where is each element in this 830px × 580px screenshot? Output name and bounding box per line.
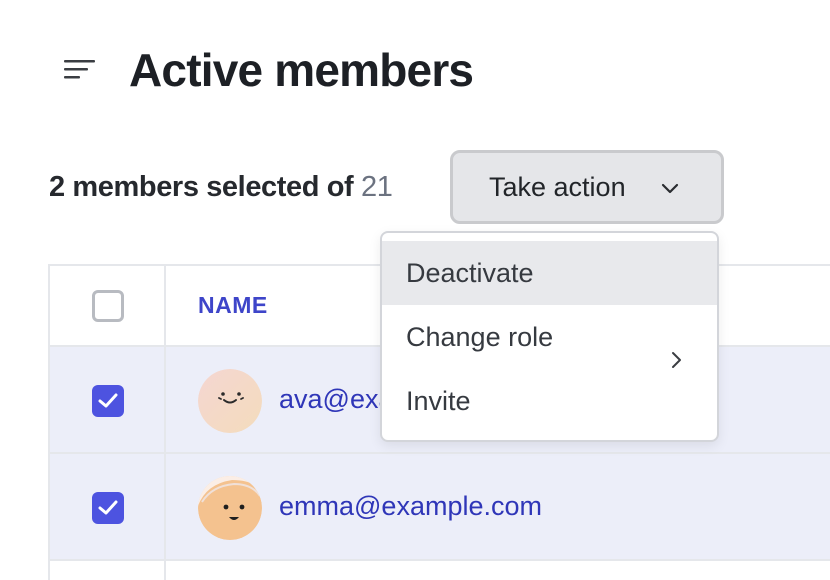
selection-summary: 2 members selected of 21 [49, 170, 393, 204]
menu-item-label: Invite [406, 386, 471, 416]
members-page: Active members 2 members selected of 21 … [0, 0, 830, 580]
take-action-label: Take action [489, 171, 626, 202]
menu-item-invite[interactable]: Invite [382, 369, 717, 433]
chevron-down-icon [661, 182, 679, 194]
page-title: Active members [129, 44, 474, 96]
take-action-button[interactable]: Take action [450, 150, 724, 224]
row-checkbox[interactable] [92, 385, 124, 417]
total-members-count: 21 [360, 171, 393, 203]
member-email[interactable]: emma@example.com [279, 491, 542, 522]
select-all-checkbox[interactable] [92, 290, 124, 322]
column-divider [164, 266, 166, 580]
avatar [198, 369, 262, 433]
row-checkbox[interactable] [92, 492, 124, 524]
avatar [198, 476, 262, 540]
selection-count-text: 2 members selected of [49, 171, 361, 203]
chevron-right-icon [671, 328, 683, 368]
table-row[interactable]: emma@example.com [50, 454, 830, 561]
menu-lines-icon[interactable] [64, 58, 96, 80]
menu-item-label: Change role [406, 322, 554, 352]
menu-item-label: Deactivate [406, 258, 534, 288]
column-header-name[interactable]: NAME [198, 292, 268, 319]
take-action-menu: Deactivate Change role Invite [380, 231, 719, 442]
table-row[interactable] [50, 561, 830, 580]
menu-item-change-role[interactable]: Change role [382, 305, 717, 369]
menu-item-deactivate[interactable]: Deactivate [382, 241, 717, 305]
